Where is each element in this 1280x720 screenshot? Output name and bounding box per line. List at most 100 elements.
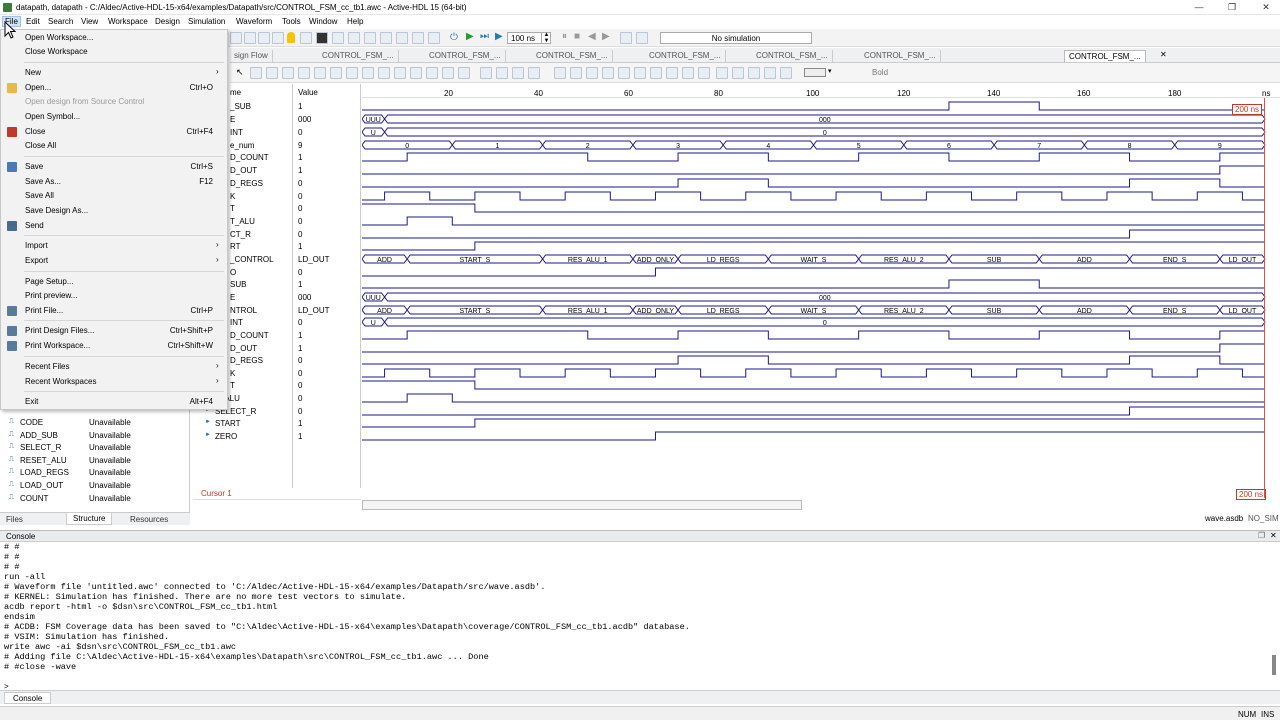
signal-name[interactable]: T (230, 204, 235, 213)
toolbar-icon[interactable] (230, 32, 242, 44)
zoom-in-icon[interactable] (394, 67, 406, 79)
file-menu-item[interactable]: Close (25, 127, 45, 136)
toolbar-icon[interactable] (298, 67, 310, 79)
signal-name[interactable]: D_COUNT (230, 153, 269, 162)
bold-toggle[interactable]: Bold (872, 68, 888, 77)
toolbar-icon[interactable] (272, 32, 284, 44)
toolbar-icon[interactable] (748, 67, 760, 79)
toolbar-icon[interactable] (244, 32, 256, 44)
tab-structure[interactable]: Structure (66, 513, 113, 525)
toolbar-icon[interactable] (364, 32, 376, 44)
file-menu-item[interactable]: Save All (25, 191, 54, 200)
horizontal-scrollbar[interactable] (362, 500, 802, 510)
signal-name[interactable]: START (215, 419, 240, 428)
toolbar-icon[interactable] (636, 32, 648, 44)
signal-name[interactable]: K (230, 369, 235, 378)
signal-name[interactable]: _CONTROL (230, 255, 274, 264)
menu-workspace[interactable]: Workspace (108, 17, 148, 26)
tab-control-fsm[interactable]: CONTROL_FSM_... (532, 50, 613, 62)
signal-name[interactable]: SUB (230, 280, 246, 289)
cursor-label[interactable]: Cursor 1 (201, 489, 232, 498)
pause-icon[interactable]: ⏸ (562, 31, 567, 42)
file-menu-item[interactable]: Save As... (25, 177, 61, 186)
zoom-icon[interactable] (458, 67, 470, 79)
toolbar-icon[interactable] (362, 67, 374, 79)
tab-control-fsm[interactable]: CONTROL_FSM_... (752, 50, 833, 62)
signal-name[interactable]: ZERO (215, 432, 237, 441)
zoom-icon[interactable] (442, 67, 454, 79)
signal-name[interactable]: T (230, 381, 235, 390)
step-icon[interactable]: ▶ (602, 31, 610, 42)
restart-icon[interactable]: ⏻ (450, 32, 458, 43)
structure-signal-name[interactable]: CODE (20, 418, 43, 427)
cursor-line[interactable] (1264, 98, 1265, 498)
bulb-icon[interactable] (287, 32, 295, 43)
toolbar-icon[interactable] (634, 67, 646, 79)
signal-name[interactable]: D_COUNT (230, 331, 269, 340)
toolbar-icon[interactable] (512, 67, 524, 79)
tab-console[interactable]: Console (4, 692, 52, 704)
stop-icon[interactable]: ■ (574, 31, 580, 42)
toolbar-icon[interactable] (586, 67, 598, 79)
menu-edit[interactable]: Edit (26, 17, 40, 26)
signal-name[interactable]: D_OUT (230, 166, 257, 175)
bookmark-icon[interactable] (554, 67, 566, 79)
toolbar-icon[interactable] (602, 67, 614, 79)
file-menu-item[interactable]: Open Symbol... (25, 112, 80, 121)
toolbar-icon[interactable] (346, 67, 358, 79)
toolbar-icon[interactable] (258, 32, 270, 44)
tab-control-fsm[interactable]: CONTROL_FSM_... (860, 50, 941, 62)
toolbar-icon[interactable] (412, 32, 424, 44)
file-menu-item[interactable]: Print File... (25, 306, 63, 315)
toolbar-icon[interactable] (300, 32, 312, 44)
file-menu-item[interactable]: Print Design Files... (25, 326, 94, 335)
toolbar-icon[interactable] (764, 67, 776, 79)
tab-design-flow[interactable]: sign Flow (230, 50, 273, 62)
signal-name[interactable]: CT_R (230, 230, 251, 239)
toolbar-icon[interactable] (618, 67, 630, 79)
file-menu-item[interactable]: Close Workspace (25, 47, 88, 56)
toolbar-icon[interactable] (496, 67, 508, 79)
toolbar-icon[interactable] (666, 67, 678, 79)
toolbar-icon[interactable] (732, 67, 744, 79)
signal-name[interactable]: NTROL (230, 306, 257, 315)
zoom-icon[interactable] (250, 67, 262, 79)
font-icon[interactable] (316, 32, 328, 44)
console-scrollbar[interactable] (1272, 655, 1276, 675)
spin-icon[interactable]: ▲ ▼ (541, 32, 551, 44)
toolbar-icon[interactable] (332, 32, 344, 44)
file-menu-item[interactable]: Open... (25, 83, 51, 92)
menu-tools[interactable]: Tools (282, 17, 301, 26)
toolbar-icon[interactable] (620, 32, 632, 44)
menu-search[interactable]: Search (48, 17, 73, 26)
structure-signal-name[interactable]: LOAD_OUT (20, 481, 63, 490)
signal-name[interactable]: INT (230, 318, 243, 327)
toolbar-icon[interactable] (698, 67, 710, 79)
menu-view[interactable]: View (81, 17, 98, 26)
maximize-button[interactable]: ❐ (1222, 1, 1242, 13)
run-icon[interactable]: ▶ (466, 31, 474, 42)
signal-name[interactable]: D_REGS (230, 356, 263, 365)
menu-window[interactable]: Window (309, 17, 337, 26)
signal-name[interactable]: D_OUT (230, 344, 257, 353)
file-menu-item[interactable]: Exit (25, 397, 38, 406)
toolbar-icon[interactable] (428, 32, 440, 44)
toolbar-icon[interactable] (282, 67, 294, 79)
toolbar-icon[interactable] (650, 67, 662, 79)
structure-signal-name[interactable]: COUNT (20, 494, 48, 503)
minimize-button[interactable]: — (1189, 1, 1209, 13)
toolbar-icon[interactable] (480, 67, 492, 79)
file-menu-item[interactable]: Close All (25, 141, 56, 150)
run-for-icon[interactable]: ▶ (495, 31, 503, 42)
toolbar-icon[interactable] (780, 67, 792, 79)
file-menu-item[interactable]: Open Workspace... (25, 33, 93, 42)
toolbar-icon[interactable] (380, 32, 392, 44)
tab-control-fsm[interactable]: CONTROL_FSM_... (425, 50, 506, 62)
chevron-down-icon[interactable]: ▾ (828, 67, 832, 75)
tab-control-fsm[interactable]: CONTROL_FSM_... (318, 50, 399, 62)
toolbar-icon[interactable] (396, 32, 408, 44)
close-window-button[interactable]: ✕ (1256, 1, 1276, 13)
toolbar-icon[interactable] (378, 67, 390, 79)
toolbar-icon[interactable] (716, 67, 728, 79)
file-menu-item[interactable]: Print preview... (25, 291, 77, 300)
